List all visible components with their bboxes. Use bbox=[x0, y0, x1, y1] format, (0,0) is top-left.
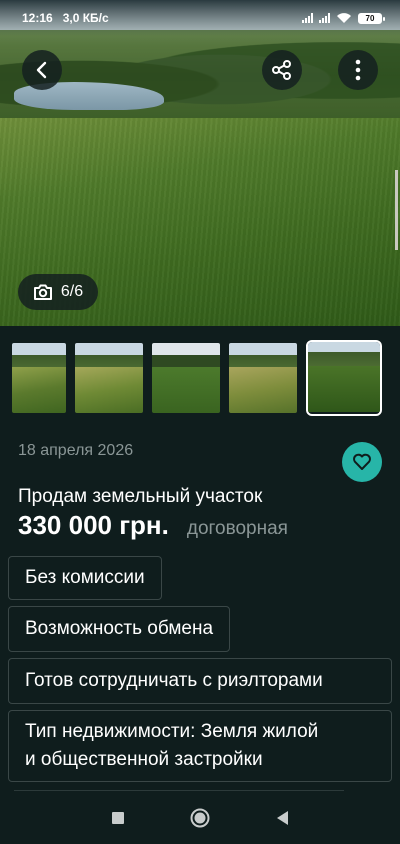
thumbnail-6-selected[interactable] bbox=[306, 340, 382, 416]
more-options-button[interactable] bbox=[338, 50, 378, 90]
thumbnail-3[interactable] bbox=[152, 343, 220, 413]
tag-property-type-line1: Тип недвижимости: Земля жилой bbox=[25, 721, 319, 742]
status-bar: 12:16 3,0 КБ/с 70 bbox=[0, 0, 400, 36]
thumbnail-1[interactable] bbox=[12, 343, 66, 413]
price-row: 330 000 грн. договорная bbox=[18, 510, 288, 541]
tag-realtors-ok: Готов сотрудничать с риэлторами bbox=[8, 658, 392, 704]
favorite-button[interactable] bbox=[342, 442, 382, 482]
thumbnail-4[interactable] bbox=[229, 343, 297, 413]
more-vertical-icon bbox=[355, 59, 361, 81]
signal-icon bbox=[302, 13, 313, 23]
share-button[interactable] bbox=[262, 50, 302, 90]
status-time: 12:16 bbox=[22, 11, 53, 25]
thumbnail-2[interactable] bbox=[75, 343, 143, 413]
listing-title: Продам земельный участок bbox=[18, 486, 263, 507]
arrow-left-icon bbox=[36, 61, 47, 79]
tag-exchange-possible: Возможность обмена bbox=[8, 606, 231, 652]
price-negotiable-label: договорная bbox=[186, 518, 288, 539]
home-icon[interactable] bbox=[189, 807, 211, 829]
thumbnail-strip bbox=[12, 340, 384, 416]
listing-price: 330 000 грн. bbox=[18, 510, 169, 540]
back-button[interactable] bbox=[22, 50, 62, 90]
camera-icon bbox=[33, 284, 52, 300]
recent-apps-icon[interactable] bbox=[111, 811, 125, 825]
tag-no-commission: Без комиссии bbox=[8, 556, 162, 600]
listing-date: 18 апреля 2026 bbox=[18, 442, 134, 459]
share-icon bbox=[272, 60, 291, 80]
photo-counter[interactable]: 6/6 bbox=[18, 274, 98, 310]
tag-property-type: Тип недвижимости: Земля жилой и обществе… bbox=[8, 710, 392, 782]
divider bbox=[14, 790, 344, 791]
battery-icon: 70 bbox=[358, 12, 385, 24]
photo-counter-text: 6/6 bbox=[60, 283, 84, 300]
status-network-speed: 3,0 КБ/с bbox=[62, 11, 109, 25]
back-nav-icon[interactable] bbox=[275, 810, 289, 826]
tag-property-type-line2: и общественной застройки bbox=[25, 749, 263, 770]
system-navigation-bar bbox=[0, 792, 400, 844]
wifi-icon bbox=[337, 13, 351, 23]
heart-icon bbox=[353, 453, 371, 470]
photo-pole bbox=[395, 170, 398, 250]
signal-icon-2 bbox=[319, 13, 330, 23]
